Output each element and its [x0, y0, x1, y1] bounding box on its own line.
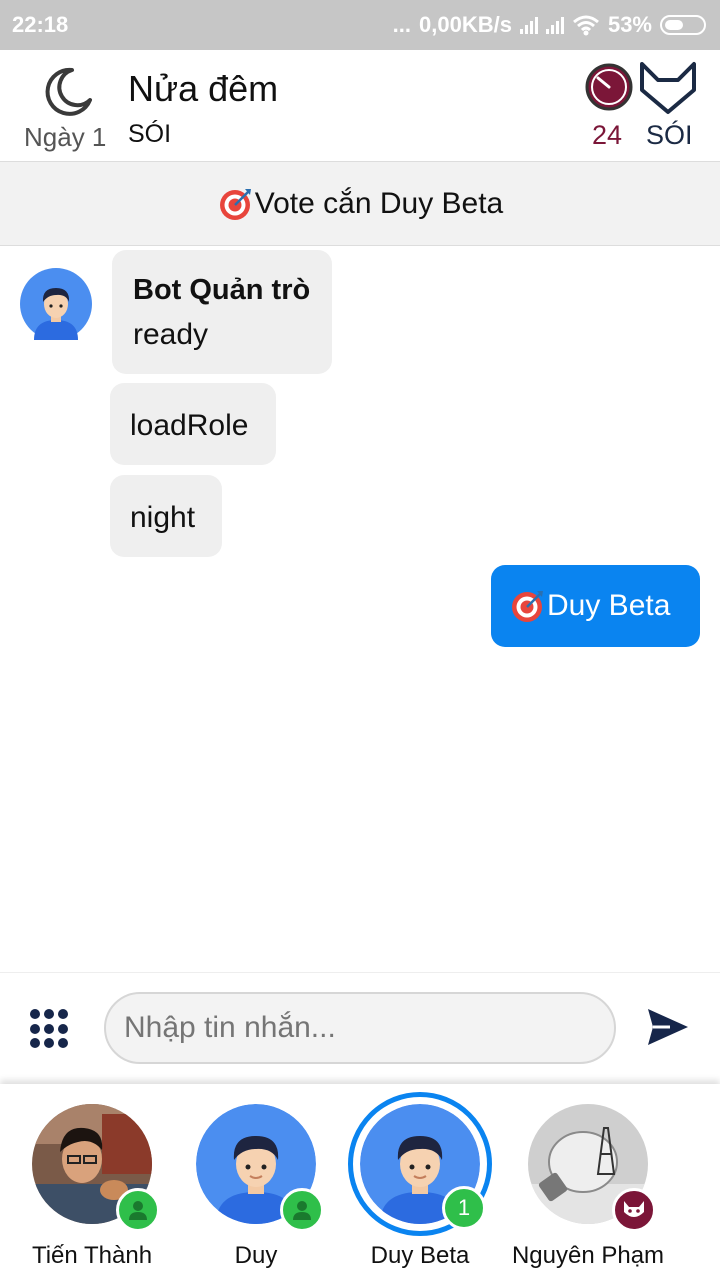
message-text: loadRole [130, 409, 249, 442]
status-dots: ... [392, 12, 411, 37]
signal-icon-2 [545, 16, 564, 34]
player-list: Tiến Thành Duy 1 Duy Beta Nguyên Phạm [0, 1084, 720, 1280]
player-badge-wolf-icon [612, 1188, 656, 1232]
moon-icon [45, 67, 92, 116]
message-bubble: night [110, 475, 222, 557]
message-text: night [130, 501, 196, 534]
vote-banner: Vote cắn Duy Beta [0, 162, 720, 246]
player-badge-person-icon [280, 1188, 324, 1232]
battery-percent: 53% [607, 12, 652, 37]
signal-icon [519, 16, 538, 34]
message-text: ready [133, 318, 209, 351]
player-badge-person-icon [116, 1188, 160, 1232]
message-sender: Bot Quản trò [133, 274, 311, 306]
bot-avatar [20, 268, 92, 340]
day-label: Ngày 1 [24, 122, 107, 152]
battery-icon [660, 15, 706, 35]
target-icon [219, 188, 251, 220]
status-indicators: ... 0,00KB/s 53% [393, 12, 706, 38]
message-text: Duy Beta [547, 589, 671, 622]
player-vote-count-badge: 1 [442, 1186, 486, 1230]
banner-text: Vote cắn Duy Beta [254, 186, 504, 220]
player-item[interactable]: Tiến Thành [12, 1104, 172, 1274]
status-time: 22:18 [12, 12, 69, 37]
message-bubble-bot: Bot Quản trò ready [112, 250, 332, 374]
phase-title: Nửa đêm [128, 68, 279, 109]
timer-icon [585, 63, 633, 111]
message-bubble-outgoing: Duy Beta [491, 565, 700, 647]
message-input[interactable] [104, 992, 616, 1064]
player-item[interactable]: Nguyên Phạm [508, 1104, 668, 1274]
apps-grid-button[interactable] [30, 1009, 70, 1049]
timer-value: 24 [592, 120, 623, 150]
player-item[interactable]: Duy [176, 1104, 336, 1274]
player-item-selected[interactable]: 1 Duy Beta [340, 1092, 500, 1274]
phase-subtitle: SÓI [128, 120, 172, 148]
fox-icon [640, 62, 696, 114]
send-icon[interactable] [646, 1007, 690, 1047]
network-speed: 0,00KB/s [419, 12, 512, 37]
message-bubble: loadRole [110, 383, 276, 465]
status-bar: 22:18 ... 0,00KB/s 53% [0, 0, 720, 50]
team-label: SÓI [646, 120, 693, 150]
vote-count: 1 [457, 1195, 471, 1220]
message-composer [0, 972, 720, 1084]
player-name: Duy Beta [370, 1242, 470, 1269]
player-name: Tiến Thành [31, 1242, 153, 1269]
player-name: Duy [234, 1242, 278, 1269]
target-icon [512, 591, 543, 622]
game-header: Ngày 1 Nửa đêm SÓI 24 SÓI [0, 50, 720, 162]
player-name: Nguyên Phạm [511, 1242, 665, 1269]
wifi-icon [572, 15, 599, 36]
